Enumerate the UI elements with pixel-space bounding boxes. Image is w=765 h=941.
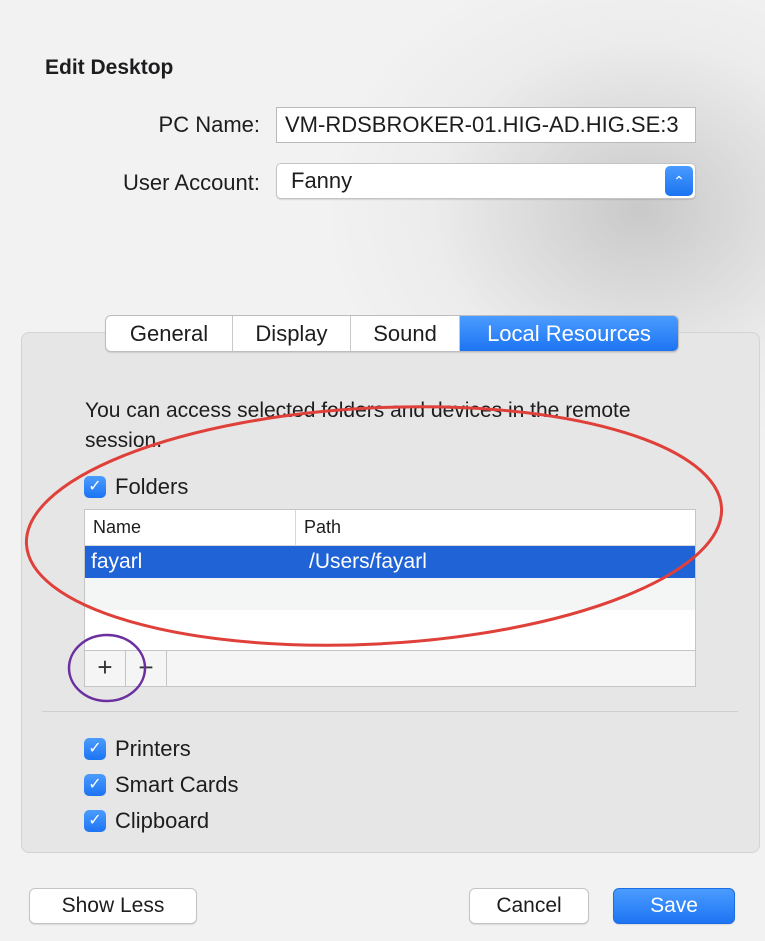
show-less-button[interactable]: Show Less bbox=[29, 888, 197, 924]
purple-annotation-circle bbox=[67, 633, 147, 703]
cancel-button[interactable]: Cancel bbox=[469, 888, 589, 924]
red-annotation-ellipse bbox=[24, 405, 724, 647]
save-button[interactable]: Save bbox=[613, 888, 735, 924]
annotation-overlay bbox=[24, 405, 724, 703]
